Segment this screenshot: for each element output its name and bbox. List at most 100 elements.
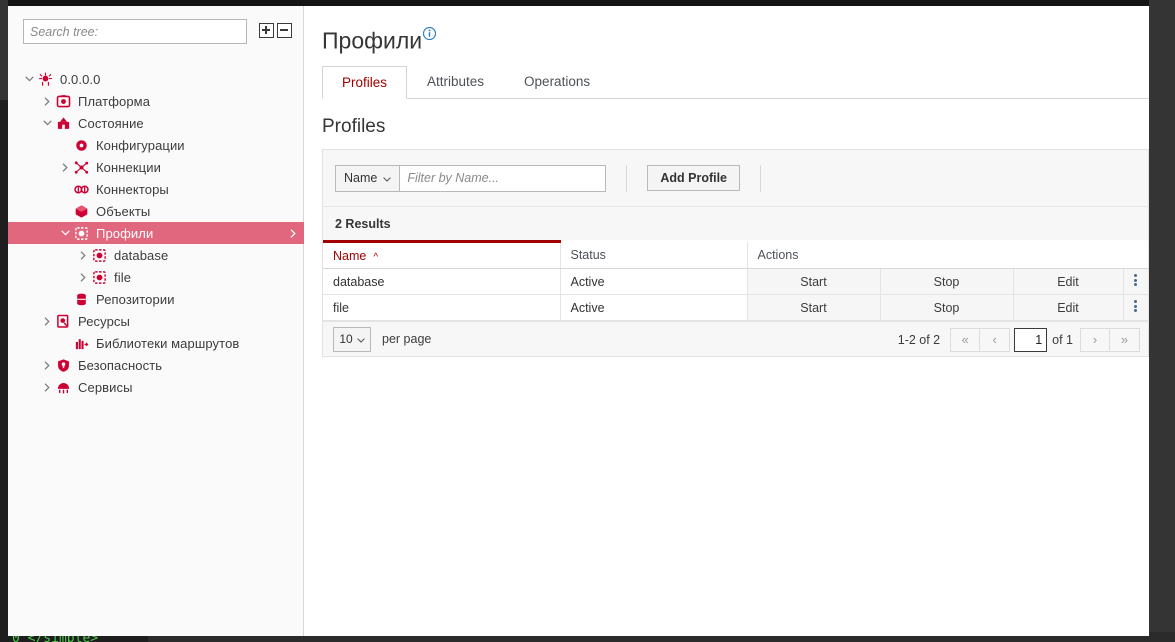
caret-right-icon[interactable] <box>40 90 54 112</box>
connectors-icon <box>72 180 90 198</box>
tab-profiles[interactable]: Profiles <box>322 66 407 99</box>
repository-icon <box>72 290 90 308</box>
kebab-menu-icon[interactable] <box>1123 295 1148 321</box>
application-window: 0 </simple> 0.0.0.0 Платформа Состоя <box>0 0 1175 642</box>
action-stop-button[interactable]: Stop <box>880 295 1013 321</box>
action-edit-button[interactable]: Edit <box>1013 269 1123 295</box>
column-header-label: Actions <box>758 248 799 262</box>
tree-item-профили[interactable]: Профили <box>8 222 304 244</box>
page-number-input[interactable] <box>1014 328 1047 352</box>
tree-item-database[interactable]: database <box>8 244 304 266</box>
security-icon <box>54 356 72 374</box>
info-circle-icon[interactable] <box>423 19 436 46</box>
table-row[interactable]: fileActiveStartStopEdit <box>323 295 1148 321</box>
tree-item-коннекторы[interactable]: Коннекторы <box>8 178 304 200</box>
pagination-controls: 1-2 of 2 « ‹ of 1 › » <box>898 322 1140 357</box>
tree-item-конфигурации[interactable]: Конфигурации <box>8 134 304 156</box>
tree-item-платформа[interactable]: Платформа <box>8 90 304 112</box>
caret-down-icon[interactable] <box>58 222 72 244</box>
action-start-button[interactable]: Start <box>747 295 880 321</box>
search-tree-input[interactable] <box>23 19 247 44</box>
sidebar-search-row <box>8 6 304 50</box>
toolbar-divider-2 <box>760 165 761 192</box>
caret-placeholder <box>58 288 72 310</box>
tree-item-состояние[interactable]: Состояние <box>8 112 304 134</box>
filter-by-name-input[interactable] <box>399 165 606 192</box>
last-page-icon[interactable]: » <box>1110 328 1140 352</box>
caret-placeholder <box>58 178 72 200</box>
tree-item-0.0.0.0[interactable]: 0.0.0.0 <box>8 68 304 90</box>
content-area: Профили Profiles Attributes Operations Pro… <box>305 6 1149 636</box>
caret-right-icon[interactable] <box>76 244 90 266</box>
page-title-text: Профили <box>322 28 422 54</box>
chevron-down-icon <box>357 332 365 346</box>
window-right-border <box>1149 0 1175 642</box>
profiles-table: Name^ Status Actions databaseActiveStartSt… <box>323 240 1149 321</box>
caret-right-icon[interactable] <box>40 376 54 398</box>
action-stop-button[interactable]: Stop <box>880 269 1013 295</box>
tree-item-коннекции[interactable]: Коннекции <box>8 156 304 178</box>
table-row[interactable]: databaseActiveStartStopEdit <box>323 269 1148 295</box>
tree-item-label: file <box>114 270 131 285</box>
caret-right-icon[interactable] <box>40 310 54 332</box>
tree-item-сервисы[interactable]: Сервисы <box>8 376 304 398</box>
column-header-actions[interactable]: Actions <box>747 242 1148 269</box>
tree-item-безопасность[interactable]: Безопасность <box>8 354 304 376</box>
column-header-name[interactable]: Name^ <box>323 242 560 269</box>
filter-group: Name <box>335 165 606 192</box>
window-left-border-top <box>0 0 8 100</box>
caret-placeholder <box>58 332 72 354</box>
tree-item-библиотеки-маршрутов[interactable]: Библиотеки маршрутов <box>8 332 304 354</box>
column-header-label: Status <box>571 248 606 262</box>
tree-item-label: Ресурсы <box>78 314 130 329</box>
tree-item-label: database <box>114 248 168 263</box>
prev-page-icon[interactable]: ‹ <box>980 328 1010 352</box>
tree-item-label: Состояние <box>78 116 144 131</box>
tree-item-репозитории[interactable]: Репозитории <box>8 288 304 310</box>
caret-right-icon[interactable] <box>76 266 90 288</box>
tab-label: Attributes <box>427 74 484 89</box>
action-start-button[interactable]: Start <box>747 269 880 295</box>
tab-bar: Profiles Attributes Operations <box>322 66 1149 99</box>
tree-item-объекты[interactable]: Объекты <box>8 200 304 222</box>
connections-icon <box>72 158 90 176</box>
window-left-border-bottom <box>0 100 8 642</box>
tab-attributes[interactable]: Attributes <box>407 65 504 98</box>
kebab-menu-icon[interactable] <box>1123 269 1148 295</box>
per-page-select[interactable]: 10 <box>333 327 371 352</box>
cell-name: database <box>323 269 560 295</box>
column-header-status[interactable]: Status <box>560 242 747 269</box>
table-body: databaseActiveStartStopEditfileActiveSta… <box>323 269 1148 321</box>
add-profile-button[interactable]: Add Profile <box>647 165 740 191</box>
tab-operations[interactable]: Operations <box>504 65 610 98</box>
action-edit-button[interactable]: Edit <box>1013 295 1123 321</box>
next-page-icon[interactable]: › <box>1080 328 1110 352</box>
caret-placeholder <box>58 134 72 156</box>
chevron-right-icon[interactable] <box>290 222 296 244</box>
tree-item-label: Профили <box>96 226 153 241</box>
caret-down-icon[interactable] <box>22 68 36 90</box>
platform-icon <box>54 92 72 110</box>
tree-item-label: Коннекции <box>96 160 161 175</box>
tree-item-ресурсы[interactable]: Ресурсы <box>8 310 304 332</box>
cell-status: Active <box>560 269 747 295</box>
profiles-panel: Name Add Profile 2 Results <box>322 149 1149 357</box>
filter-field-label: Name <box>344 171 377 185</box>
tree-item-label: Репозитории <box>96 292 175 307</box>
page-total-label: of 1 <box>1052 333 1073 347</box>
results-bar: 2 Results <box>323 207 1148 240</box>
sidebar: 0.0.0.0 Платформа СостояниеКонфигурации … <box>8 6 304 636</box>
filter-field-select[interactable]: Name <box>335 165 399 192</box>
caret-right-icon[interactable] <box>58 156 72 178</box>
route-library-icon <box>72 334 90 352</box>
caret-down-icon[interactable] <box>40 112 54 134</box>
page-title: Профили <box>322 19 436 55</box>
caret-right-icon[interactable] <box>40 354 54 376</box>
tree-item-file[interactable]: file <box>8 266 304 288</box>
services-icon <box>54 378 72 396</box>
collapse-all-icon[interactable] <box>277 23 292 38</box>
expand-all-icon[interactable] <box>259 23 274 38</box>
tab-label: Profiles <box>342 75 387 90</box>
first-page-icon[interactable]: « <box>950 328 980 352</box>
runtime-icon <box>54 114 72 132</box>
